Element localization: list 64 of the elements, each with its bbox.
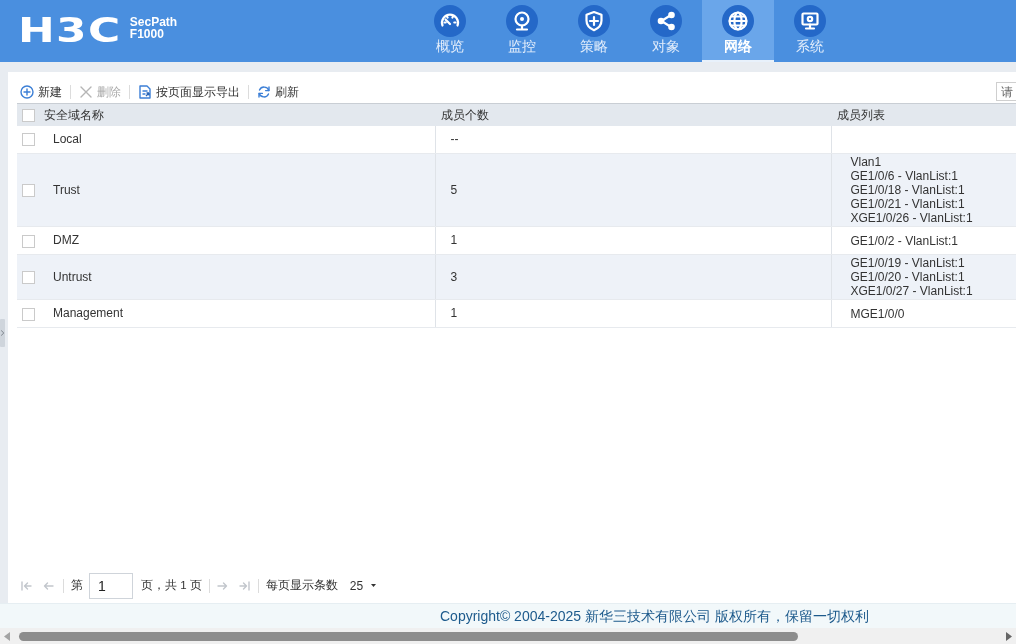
- nav-tab[interactable]: 系统: [774, 0, 846, 62]
- member-entry: Vlan1: [849, 155, 883, 169]
- product-name: SecPath: [129, 16, 178, 28]
- nav-tab[interactable]: 网络: [702, 0, 774, 62]
- member-entry: MGE1/0/0: [849, 306, 906, 321]
- copyright-text: Copyright© 2004-2025 新华三技术有限公司 版权所有，保留一切权利: [440, 608, 869, 624]
- refresh-button[interactable]: 刷新: [257, 84, 299, 99]
- member-entry: GE1/0/20 - VlanList:1: [849, 270, 966, 284]
- member-count-text: 3: [449, 269, 458, 284]
- row-checkbox[interactable]: [22, 184, 35, 198]
- member-entry: GE1/0/18 - VlanList:1: [849, 183, 966, 197]
- zone-name-text: Local: [52, 132, 82, 147]
- row-checkbox[interactable]: [22, 133, 35, 147]
- column-header: 安全域名称: [44, 107, 104, 122]
- member-entry: XGE1/0/26 - VlanList:1: [849, 211, 974, 225]
- scroll-left-icon[interactable]: [4, 631, 10, 641]
- member-entry: GE1/0/2 - VlanList:1: [849, 233, 959, 248]
- scrollbar-thumb[interactable]: [19, 631, 798, 641]
- zone-name-text: Trust: [52, 182, 80, 197]
- member-count-text: 5: [449, 182, 458, 197]
- select-all-checkbox[interactable]: [22, 108, 35, 122]
- cross-icon: [79, 84, 93, 99]
- export-button[interactable]: 按页面显示导出: [138, 84, 240, 99]
- globe-icon: [722, 5, 754, 37]
- gauge-icon: [434, 5, 466, 37]
- refresh-icon: [257, 84, 271, 99]
- nav-tab[interactable]: 对象: [630, 0, 702, 62]
- zone-name-text: Management: [52, 306, 124, 321]
- page-input[interactable]: 1: [89, 573, 133, 599]
- new-button[interactable]: 新建: [20, 84, 62, 99]
- caret-icon: [371, 584, 377, 588]
- scroll-right-icon[interactable]: [1006, 631, 1012, 641]
- member-entry: GE1/0/6 - VlanList:1: [849, 169, 959, 183]
- product-model: F1000: [129, 28, 165, 40]
- row-checkbox[interactable]: [22, 307, 35, 321]
- member-entry: XGE1/0/27 - VlanList:1: [849, 284, 974, 298]
- member-entry: GE1/0/21 - VlanList:1: [849, 197, 966, 211]
- page-size-dropdown[interactable]: 25: [349, 578, 377, 594]
- horizontal-scrollbar[interactable]: [0, 628, 1016, 644]
- share-nodes-icon: [650, 5, 682, 37]
- shield-plus-icon: [578, 5, 610, 37]
- document-icon: [138, 84, 152, 99]
- member-count-text: 1: [449, 233, 458, 248]
- column-header: 成员个数: [441, 107, 489, 122]
- member-entry: GE1/0/19 - VlanList:1: [849, 256, 966, 270]
- nav-tab[interactable]: 监控: [486, 0, 558, 62]
- brand-logo: H3C: [18, 18, 122, 44]
- collapse-handle[interactable]: [0, 318, 5, 347]
- row-checkbox[interactable]: [22, 234, 35, 248]
- plus-circle-icon: [20, 84, 34, 99]
- nav-tab[interactable]: 策略: [558, 0, 630, 62]
- monitor-icon: [794, 5, 826, 37]
- zone-name-text: DMZ: [52, 233, 79, 248]
- page-label: 第: [71, 579, 83, 593]
- member-count-text: 1: [449, 306, 458, 321]
- row-checkbox[interactable]: [22, 271, 35, 285]
- page-size-label: 每页显示条数: [265, 579, 338, 593]
- nav-tab[interactable]: 概览: [414, 0, 486, 62]
- zone-name-text: Untrust: [52, 269, 92, 284]
- column-header: 成员列表: [837, 107, 885, 122]
- page-count-text: 页，共 1 页: [141, 579, 202, 593]
- member-count-text: --: [449, 132, 459, 147]
- webcam-icon: [506, 5, 538, 37]
- search-field[interactable]: 请: [996, 82, 1016, 101]
